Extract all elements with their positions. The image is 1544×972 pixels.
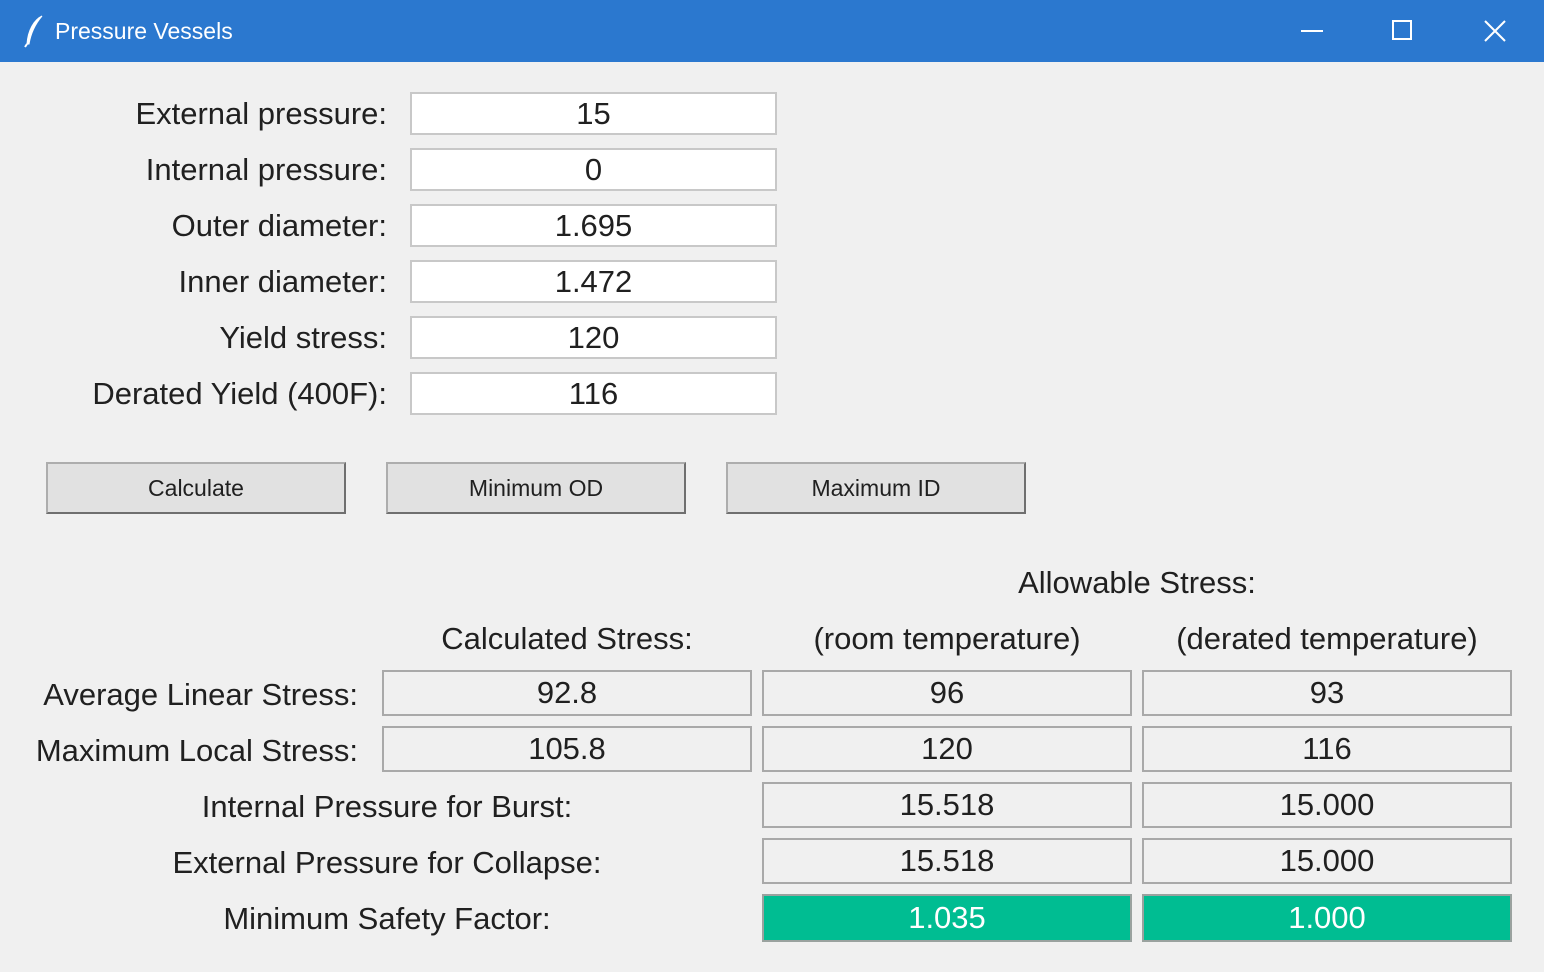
maximize-button[interactable]: [1357, 0, 1449, 62]
max-local-calculated-value: 105.8: [382, 726, 752, 772]
burst-room-value: 15.518: [762, 782, 1132, 828]
avg-linear-derated-value: 93: [1142, 670, 1512, 716]
minimum-od-button[interactable]: Minimum OD: [386, 462, 686, 514]
yield-stress-input[interactable]: [410, 316, 777, 359]
allowable-stress-header: Allowable Stress:: [1018, 565, 1256, 600]
yield-stress-label: Yield stress:: [219, 320, 387, 355]
derated-yield-input[interactable]: [410, 372, 777, 415]
avg-linear-room-value: 96: [762, 670, 1132, 716]
outer-diameter-input[interactable]: [410, 204, 777, 247]
room-temperature-header: (room temperature): [813, 621, 1081, 656]
burst-pressure-label: Internal Pressure for Burst:: [201, 789, 573, 824]
outer-diameter-label: Outer diameter:: [171, 208, 387, 243]
minimize-icon: [1301, 30, 1323, 32]
average-linear-stress-label: Average Linear Stress:: [43, 677, 358, 712]
internal-pressure-input[interactable]: [410, 148, 777, 191]
minimize-button[interactable]: [1266, 0, 1358, 62]
avg-linear-calculated-value: 92.8: [382, 670, 752, 716]
max-local-room-value: 120: [762, 726, 1132, 772]
calculate-button[interactable]: Calculate: [46, 462, 346, 514]
collapse-derated-value: 15.000: [1142, 838, 1512, 884]
external-pressure-label: External pressure:: [135, 96, 387, 131]
maximum-local-stress-label: Maximum Local Stress:: [35, 733, 358, 768]
collapse-room-value: 15.518: [762, 838, 1132, 884]
internal-pressure-label: Internal pressure:: [145, 152, 387, 187]
maximum-id-button[interactable]: Maximum ID: [726, 462, 1026, 514]
title-bar: Pressure Vessels: [0, 0, 1544, 62]
burst-derated-value: 15.000: [1142, 782, 1512, 828]
calculated-stress-header: Calculated Stress:: [441, 621, 693, 656]
safety-factor-derated-value: 1.000: [1142, 894, 1512, 942]
derated-yield-label: Derated Yield (400F):: [92, 376, 387, 411]
collapse-pressure-label: External Pressure for Collapse:: [172, 845, 602, 880]
external-pressure-input[interactable]: [410, 92, 777, 135]
derated-temperature-header: (derated temperature): [1176, 621, 1478, 656]
inner-diameter-input[interactable]: [410, 260, 777, 303]
max-local-derated-value: 116: [1142, 726, 1512, 772]
close-button[interactable]: [1449, 0, 1541, 62]
close-icon: [1484, 20, 1506, 42]
window-title: Pressure Vessels: [55, 18, 233, 44]
inner-diameter-label: Inner diameter:: [178, 264, 388, 299]
safety-factor-room-value: 1.035: [762, 894, 1132, 942]
safety-factor-label: Minimum Safety Factor:: [223, 901, 551, 936]
feather-icon: [24, 15, 43, 48]
maximize-icon: [1392, 20, 1412, 40]
